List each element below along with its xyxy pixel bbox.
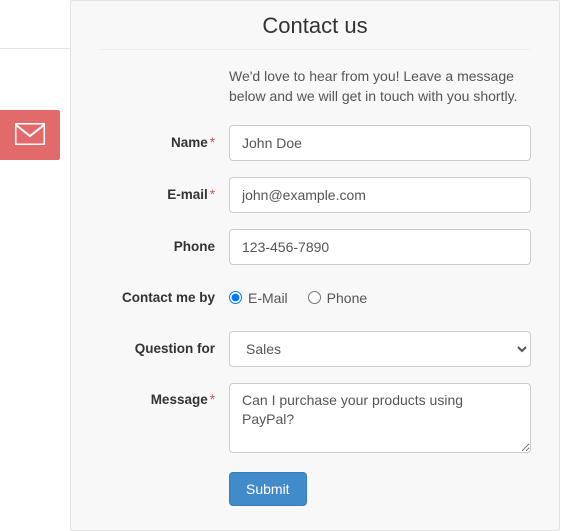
panel-intro: We'd love to hear from you! Leave a mess…: [229, 66, 531, 107]
contact-by-email-option[interactable]: E-Mail: [229, 290, 288, 306]
name-input[interactable]: [229, 125, 531, 161]
phone-input[interactable]: [229, 229, 531, 265]
contact-panel: Contact us We'd love to hear from you! L…: [70, 0, 560, 531]
contact-by-label: Contact me by: [99, 281, 229, 315]
contact-launcher[interactable]: [0, 110, 60, 160]
email-input[interactable]: [229, 177, 531, 213]
envelope-icon: [15, 123, 45, 148]
question-for-label: Question for: [99, 332, 229, 366]
message-textarea[interactable]: [229, 383, 531, 453]
contact-by-email-radio[interactable]: [229, 291, 242, 304]
contact-by-phone-radio[interactable]: [308, 291, 321, 304]
contact-by-group: E-Mail Phone: [229, 281, 531, 315]
phone-label: Phone: [99, 230, 229, 264]
contact-by-phone-option[interactable]: Phone: [308, 290, 367, 306]
page-divider: [0, 48, 80, 52]
submit-button[interactable]: Submit: [229, 472, 307, 506]
panel-title: Contact us: [99, 13, 531, 50]
question-for-select[interactable]: Sales: [229, 331, 531, 367]
email-label: E-mail*: [99, 178, 229, 212]
name-label: Name*: [99, 126, 229, 160]
message-label: Message*: [99, 383, 229, 417]
